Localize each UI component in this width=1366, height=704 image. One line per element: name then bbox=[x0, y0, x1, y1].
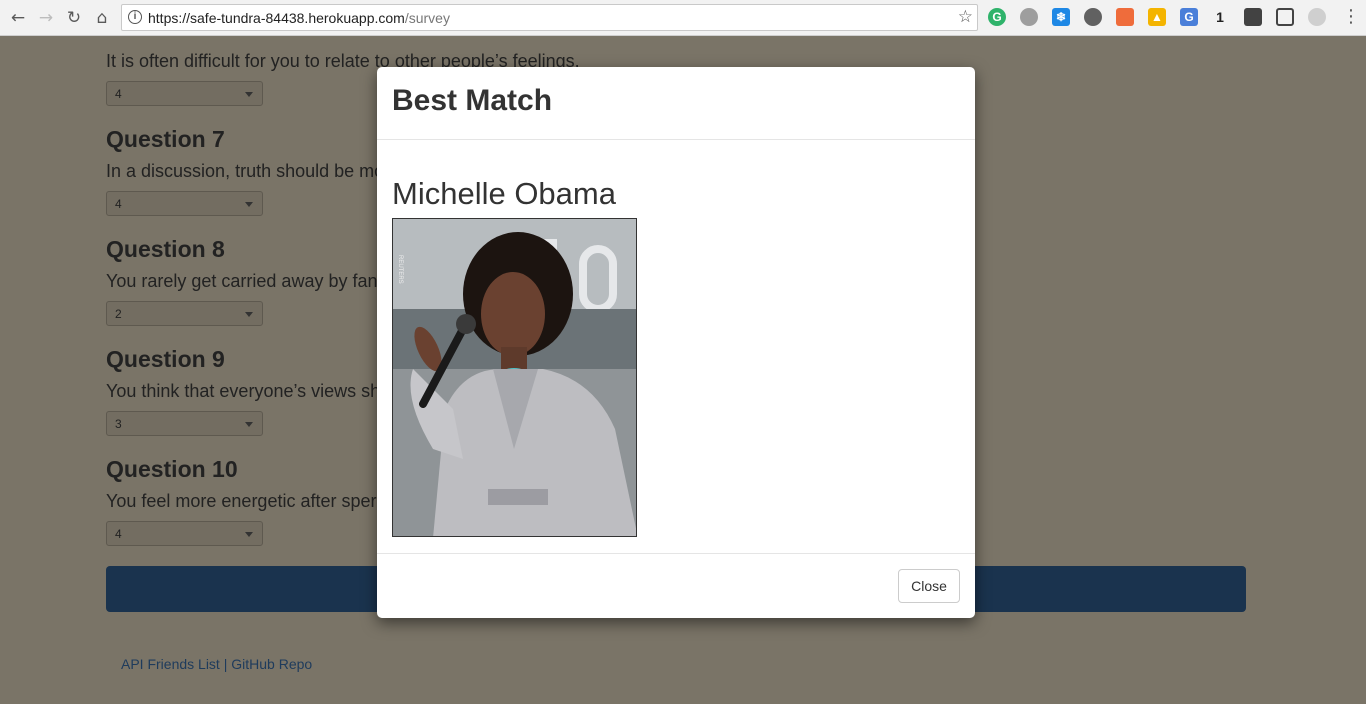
photo-watermark: REUTERS bbox=[397, 255, 403, 284]
question-7-text: In a discussion, truth should be mo bbox=[106, 161, 385, 181]
office-icon[interactable] bbox=[1116, 8, 1134, 26]
url-text[interactable]: https://safe-tundra-84438.herokuapp.com/… bbox=[148, 10, 450, 26]
question-6-select[interactable]: 4 bbox=[106, 81, 263, 106]
modal-body: Michelle Obama REUTERS bbox=[377, 140, 975, 554]
select-value: 4 bbox=[115, 87, 122, 101]
chevron-down-icon bbox=[245, 312, 253, 317]
select-value: 4 bbox=[115, 527, 122, 541]
home-icon[interactable]: ⌂ bbox=[91, 7, 113, 29]
footer-links: API Friends List | GitHub Repo bbox=[121, 656, 312, 672]
grammarly-icon[interactable]: G bbox=[988, 8, 1006, 26]
url-path: /survey bbox=[404, 10, 450, 26]
footer-separator: | bbox=[223, 656, 228, 672]
back-icon[interactable]: ← bbox=[7, 7, 29, 29]
chevron-down-icon bbox=[245, 92, 253, 97]
match-photo: REUTERS bbox=[392, 218, 637, 537]
chat-icon[interactable] bbox=[1084, 8, 1102, 26]
question-9-select[interactable]: 3 bbox=[106, 411, 263, 436]
select-value: 3 bbox=[115, 417, 122, 431]
profile-icon[interactable] bbox=[1308, 8, 1326, 26]
info-icon[interactable]: i bbox=[128, 10, 142, 24]
github-repo-link[interactable]: GitHub Repo bbox=[231, 656, 312, 672]
address-bar[interactable]: i https://safe-tundra-84438.herokuapp.co… bbox=[121, 4, 978, 31]
star-icon[interactable]: ☆ bbox=[958, 7, 973, 27]
question-10-text: You feel more energetic after sper bbox=[106, 491, 377, 511]
best-match-modal: Best Match Michelle Obama REUTERS Close bbox=[377, 67, 975, 618]
question-10-select[interactable]: 4 bbox=[106, 521, 263, 546]
translate-icon[interactable]: G bbox=[1180, 8, 1198, 26]
extension-badge[interactable]: 1 bbox=[1211, 8, 1229, 26]
chevron-down-icon bbox=[245, 532, 253, 537]
question-8-title: Question 8 bbox=[106, 236, 225, 262]
question-10-title: Question 10 bbox=[106, 456, 238, 482]
url-host: https://safe-tundra-84438.herokuapp.com bbox=[148, 10, 405, 26]
api-friends-link[interactable]: API Friends List bbox=[121, 656, 220, 672]
select-value: 4 bbox=[115, 197, 122, 211]
question-7-select[interactable]: 4 bbox=[106, 191, 263, 216]
match-name: Michelle Obama bbox=[392, 176, 616, 211]
chevron-down-icon bbox=[245, 422, 253, 427]
question-8-select[interactable]: 2 bbox=[106, 301, 263, 326]
close-button[interactable]: Close bbox=[898, 569, 960, 603]
question-9-text: You think that everyone’s views sh bbox=[106, 381, 381, 401]
eyedropper-icon[interactable] bbox=[1244, 8, 1262, 26]
browser-toolbar: ← → ↻ ⌂ i https://safe-tundra-84438.hero… bbox=[0, 0, 1366, 36]
question-9-title: Question 9 bbox=[106, 346, 225, 372]
menu-icon[interactable]: ⋮ bbox=[1342, 6, 1360, 27]
modal-title: Best Match bbox=[392, 84, 553, 117]
lightbulb-icon[interactable] bbox=[1020, 8, 1038, 26]
forward-icon[interactable]: → bbox=[35, 7, 57, 29]
snowflake-icon[interactable]: ❄ bbox=[1052, 8, 1070, 26]
modal-header: Best Match bbox=[377, 67, 975, 140]
question-7-title: Question 7 bbox=[106, 126, 225, 152]
reload-icon[interactable]: ↻ bbox=[63, 7, 85, 29]
drive-icon[interactable]: ▲ bbox=[1148, 8, 1166, 26]
select-value: 2 bbox=[115, 307, 122, 321]
question-8-text: You rarely get carried away by fan bbox=[106, 271, 378, 291]
modal-footer: Close bbox=[377, 553, 975, 618]
chevron-down-icon bbox=[245, 202, 253, 207]
screenshot-icon[interactable] bbox=[1276, 8, 1294, 26]
